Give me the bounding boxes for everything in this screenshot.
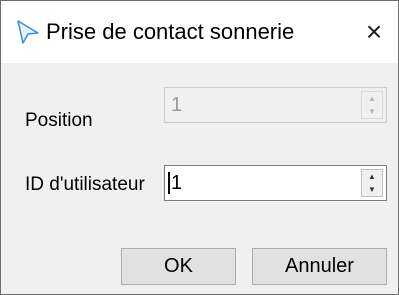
spin-down-icon: ▼ bbox=[368, 107, 376, 116]
spin-up-icon: ▲ bbox=[368, 94, 376, 103]
title-bar: Prise de contact sonnerie × bbox=[1, 1, 398, 63]
dialog-title: Prise de contact sonnerie bbox=[46, 19, 295, 44]
dialog-window: Prise de contact sonnerie × Position 1 ▲… bbox=[0, 0, 399, 295]
app-icon bbox=[15, 19, 41, 45]
spin-up-icon[interactable]: ▲ bbox=[362, 170, 382, 183]
spin-down-icon[interactable]: ▼ bbox=[362, 183, 382, 196]
position-label: Position bbox=[25, 110, 93, 131]
position-spin-buttons: ▲ ▼ bbox=[361, 91, 383, 119]
user-id-spin-buttons: ▲ ▼ bbox=[361, 169, 383, 197]
text-caret bbox=[168, 172, 170, 194]
user-id-spinbox[interactable]: 1 ▲ ▼ bbox=[164, 165, 387, 201]
cancel-button[interactable]: Annuler bbox=[252, 248, 387, 285]
close-icon[interactable]: × bbox=[351, 11, 397, 53]
position-value: 1 bbox=[171, 94, 183, 116]
user-id-label: ID d'utilisateur bbox=[25, 174, 145, 195]
ok-button[interactable]: OK bbox=[121, 248, 236, 285]
position-spinbox: 1 ▲ ▼ bbox=[164, 87, 387, 123]
user-id-value[interactable]: 1 bbox=[171, 170, 182, 196]
